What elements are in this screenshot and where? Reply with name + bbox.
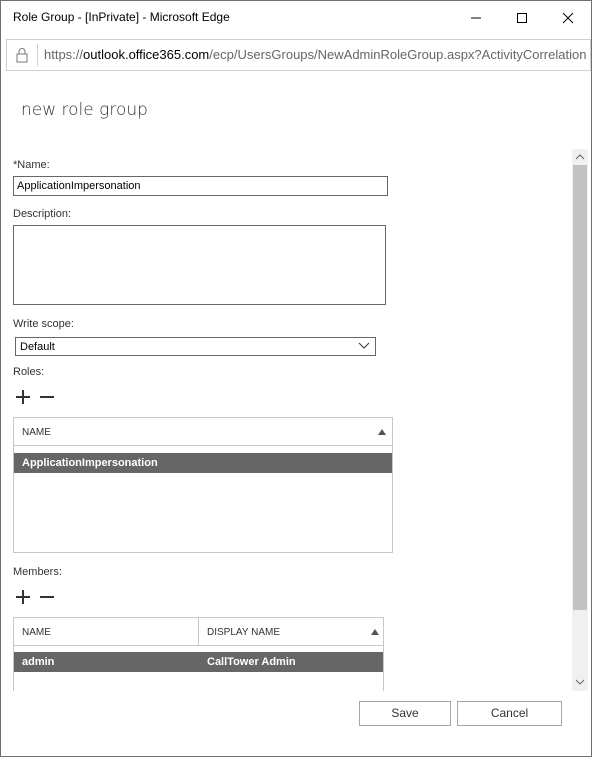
address-bar[interactable]: https://outlook.office365.com/ecp/UsersG…	[6, 39, 591, 71]
members-column-name: NAME	[22, 627, 51, 638]
roles-column-name: NAME	[22, 427, 51, 438]
description-field[interactable]	[13, 225, 386, 305]
browser-window: Role Group - [InPrivate] - Microsoft Edg…	[0, 0, 592, 757]
close-icon	[562, 12, 574, 23]
write-scope-label: Write scope:	[13, 318, 74, 330]
chevron-down-icon	[358, 342, 370, 349]
remove-role-icon[interactable]	[39, 389, 55, 405]
title-bar: Role Group - [InPrivate] - Microsoft Edg…	[1, 1, 591, 34]
member-display-name-cell: CallTower Admin	[207, 656, 296, 668]
column-divider	[198, 618, 199, 646]
url-host: outlook.office365.com	[83, 47, 210, 62]
remove-member-icon[interactable]	[39, 589, 55, 605]
table-row[interactable]: ApplicationImpersonation	[14, 453, 392, 473]
maximize-icon	[517, 12, 527, 23]
page-title: new role group	[21, 100, 148, 120]
vertical-scrollbar[interactable]	[572, 149, 588, 691]
name-label: *Name:	[13, 159, 50, 171]
description-label: Description:	[13, 208, 72, 220]
members-table-header[interactable]: NAME DISPLAY NAME	[14, 618, 383, 646]
roles-table: NAME ApplicationImpersonation	[13, 417, 393, 553]
scrollbar-thumb[interactable]	[573, 165, 587, 610]
members-column-display-name: DISPLAY NAME	[207, 627, 280, 638]
members-label: Members:	[13, 566, 62, 578]
members-table: NAME DISPLAY NAME admin CallTower Admin	[13, 617, 384, 691]
add-role-icon[interactable]	[15, 389, 31, 405]
window-title: Role Group - [InPrivate] - Microsoft Edg…	[13, 10, 230, 24]
minimize-icon	[471, 17, 481, 18]
maximize-button[interactable]	[499, 1, 545, 34]
scroll-up-icon[interactable]	[575, 153, 585, 160]
write-scope-select[interactable]: Default	[15, 337, 376, 356]
sort-ascending-icon	[371, 629, 379, 635]
cancel-button[interactable]: Cancel	[457, 701, 562, 726]
scroll-down-icon[interactable]	[575, 679, 585, 686]
url-protocol: https://	[44, 47, 84, 62]
address-separator	[37, 44, 38, 66]
save-button[interactable]: Save	[359, 701, 451, 726]
url-path: /ecp/UsersGroups/NewAdminRoleGroup.aspx?…	[209, 47, 587, 62]
write-scope-value: Default	[20, 341, 55, 353]
table-row[interactable]: admin CallTower Admin	[14, 652, 383, 672]
add-member-icon[interactable]	[15, 589, 31, 605]
close-button[interactable]	[545, 1, 591, 34]
roles-table-header[interactable]: NAME	[14, 418, 392, 446]
member-name-cell: admin	[22, 656, 55, 668]
url-text[interactable]: https://outlook.office365.com/ecp/UsersG…	[44, 47, 589, 62]
name-field-value: ApplicationImpersonation	[17, 180, 141, 192]
role-name-cell: ApplicationImpersonation	[22, 457, 158, 469]
roles-label: Roles:	[13, 366, 45, 378]
lock-icon	[16, 48, 28, 63]
sort-ascending-icon	[378, 429, 386, 435]
name-field[interactable]: ApplicationImpersonation	[13, 176, 388, 196]
minimize-button[interactable]	[453, 1, 499, 34]
